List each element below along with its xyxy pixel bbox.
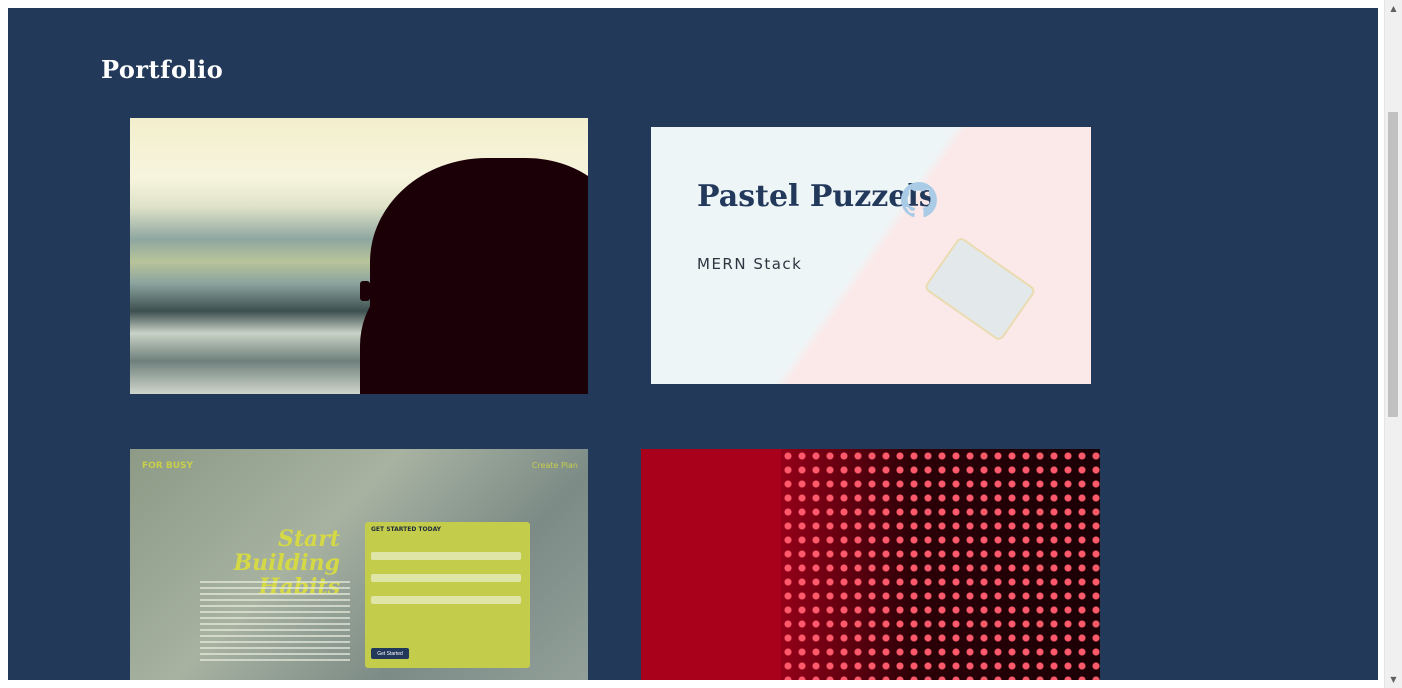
form-field [371, 552, 521, 560]
led-background [641, 449, 781, 680]
device-image [923, 235, 1037, 343]
vertical-scrollbar[interactable]: ▲ ▼ [1384, 0, 1402, 688]
scroll-up-icon[interactable]: ▲ [1385, 0, 1402, 17]
project-card-led[interactable] [641, 449, 1100, 680]
habits-brand: FOR BUSY [142, 461, 194, 471]
project-card-pastel-puzzels[interactable]: Pastel Puzzels MERN Stack [651, 127, 1091, 384]
github-icon[interactable] [901, 182, 937, 218]
form-heading: GET STARTED TODAY [371, 526, 441, 533]
form-field [371, 574, 521, 582]
get-started-button: Get Started [371, 648, 409, 659]
project-card-habits[interactable]: FOR BUSY Create Plan Start Building Habi… [130, 449, 588, 680]
scrollbar-thumb[interactable] [1388, 112, 1398, 417]
habits-signup-form: GET STARTED TODAY Get Started [365, 522, 530, 668]
project-stack: MERN Stack [697, 255, 803, 273]
habits-nav: Create Plan [531, 461, 578, 470]
project-title: Pastel Puzzels [697, 179, 936, 214]
project-card-surf[interactable] [130, 118, 588, 394]
portfolio-section: Portfolio Pastel Puzzels MERN Stack FOR … [8, 8, 1378, 680]
scroll-down-icon[interactable]: ▼ [1385, 671, 1402, 688]
form-field [371, 596, 521, 604]
page-title: Portfolio [101, 55, 224, 84]
surfer-figure [360, 281, 370, 301]
habits-body-text [200, 581, 350, 661]
